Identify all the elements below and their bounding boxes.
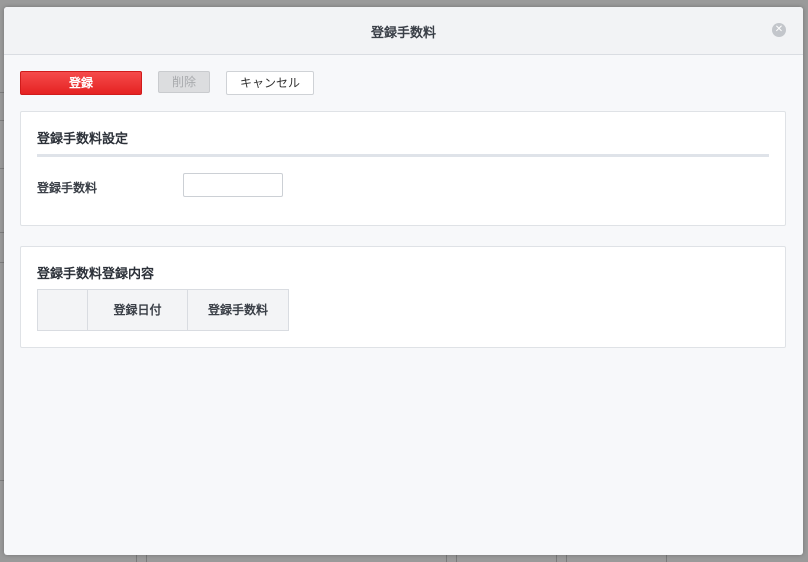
register-button[interactable]: 登録	[20, 71, 142, 95]
fee-input[interactable]	[183, 173, 283, 197]
delete-button: 削除	[158, 71, 210, 93]
fee-history-panel: 登録手数料登録内容 登録日付 登録手数料	[20, 246, 786, 348]
fee-field-label: 登録手数料	[37, 181, 98, 195]
fee-history-table-header: 登録日付 登録手数料	[37, 289, 289, 331]
table-header-select-column[interactable]	[38, 290, 88, 330]
close-icon[interactable]: ✕	[772, 23, 786, 37]
panel-divider	[37, 154, 769, 157]
panel-title: 登録手数料設定	[37, 132, 129, 147]
fee-settings-panel: 登録手数料設定 登録手数料	[20, 111, 786, 226]
cancel-button[interactable]: キャンセル	[226, 71, 314, 95]
panel-title: 登録手数料登録内容	[37, 267, 155, 282]
dialog-header: 登録手数料 ✕	[4, 7, 803, 55]
registration-fee-dialog: 登録手数料 ✕ 登録 削除 キャンセル 登録手数料設定 登録手数料 登録手数料登…	[4, 7, 803, 555]
table-header-date[interactable]: 登録日付	[88, 290, 188, 330]
table-header-fee[interactable]: 登録手数料	[188, 290, 288, 330]
dialog-title: 登録手数料	[370, 26, 436, 41]
